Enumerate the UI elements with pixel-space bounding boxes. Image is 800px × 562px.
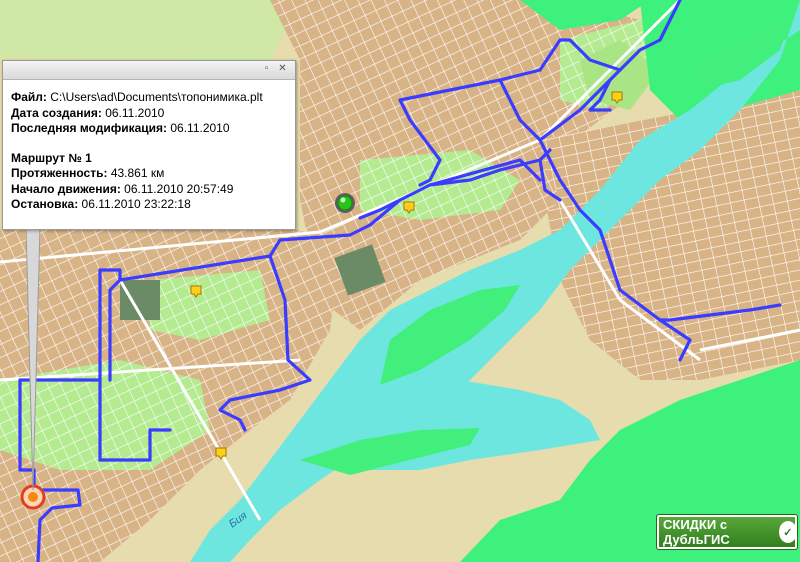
created-value: 06.11.2010: [105, 105, 165, 120]
start-marker-green[interactable]: [335, 193, 355, 213]
popup-callout: [26, 228, 40, 490]
northwest-fields: [0, 0, 300, 60]
promo-text: СКИДКИ с ДубльГИС: [663, 517, 730, 547]
modified-row: Последняя модификация: 06.11.2010: [11, 121, 287, 137]
length-value: 43.861 км: [110, 166, 165, 180]
file-value: C:\Users\ad\Documents\топонимика.plt: [50, 90, 263, 104]
dgis-logo-icon: ✓: [778, 521, 797, 543]
modified-label: Последняя модификация:: [11, 121, 168, 135]
close-icon[interactable]: ✕: [277, 64, 288, 75]
modified-value: 06.11.2010: [170, 121, 230, 135]
created-label: Дата создания:: [11, 105, 102, 120]
stop-value: 06.11.2010 23:22:18: [81, 197, 191, 211]
minimize-icon[interactable]: ▫: [261, 64, 272, 75]
length-row: Протяженность: 43.861 км: [11, 166, 287, 182]
route-label: Маршрут № 1: [11, 150, 92, 165]
file-row: Файл: C:\Users\ad\Documents\топонимика.p…: [11, 90, 287, 106]
file-label: Файл:: [11, 90, 47, 104]
length-label: Протяженность:: [11, 166, 108, 180]
route-info-popup: ▫ ✕ Файл: C:\Users\ad\Documents\топоними…: [2, 60, 296, 230]
promo-discounts-button[interactable]: СКИДКИ с ДубльГИС ✓: [656, 514, 798, 550]
popup-titlebar[interactable]: ▫ ✕: [3, 61, 295, 80]
start-row: Начало движения: 06.11.2010 20:57:49: [11, 182, 287, 198]
popup-content: Файл: C:\Users\ad\Documents\топонимика.p…: [3, 80, 295, 213]
created-row: Дата создания: 06.11.2010: [11, 106, 287, 122]
stop-label: Остановка:: [11, 197, 79, 211]
stop-row: Остановка: 06.11.2010 23:22:18: [11, 197, 287, 213]
start-label: Начало движения:: [11, 181, 121, 196]
start-value: 06.11.2010 20:57:49: [124, 181, 234, 196]
